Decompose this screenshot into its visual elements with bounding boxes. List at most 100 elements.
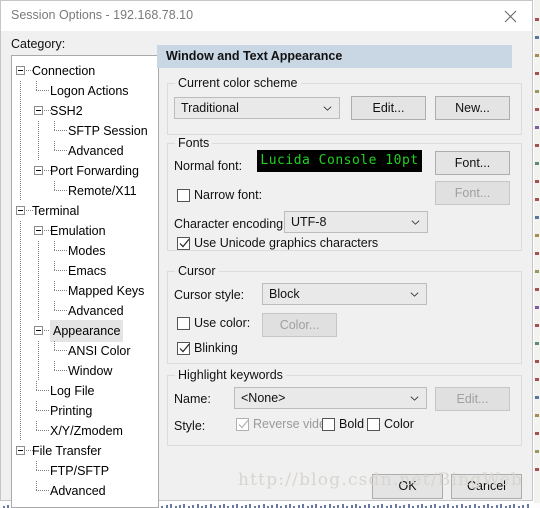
chevron-down-icon <box>323 106 332 111</box>
highlight-name-label: Name: <box>174 392 211 406</box>
checkmark-icon <box>179 238 190 248</box>
tree-item-ssh2[interactable]: SSH2 <box>12 101 158 121</box>
tree-connector-line <box>20 101 21 121</box>
background-pixel-fragment <box>535 432 539 435</box>
close-button[interactable] <box>488 1 532 31</box>
background-pixel-fragment <box>535 306 539 309</box>
color-scheme-edit-button[interactable]: Edit... <box>351 96 426 120</box>
ok-button[interactable]: OK <box>372 474 443 499</box>
tree-item-label: Window <box>68 364 113 378</box>
background-pixel-fragment <box>170 504 173 508</box>
background-pixel-fragment <box>289 504 291 508</box>
normal-font-button[interactable]: Font... <box>435 151 510 175</box>
color-checkbox[interactable] <box>367 418 380 431</box>
tree-item-sftp-session[interactable]: SFTP Session <box>12 121 158 141</box>
tree-expander-minus-icon[interactable] <box>34 166 43 175</box>
tree-item-file-transfer[interactable]: File Transfer <box>12 441 158 461</box>
tree-item-modes[interactable]: Modes <box>12 241 158 261</box>
tree-connector-line <box>20 381 21 401</box>
background-pixel-fragment <box>262 504 265 508</box>
tree-item-advanced[interactable]: Advanced <box>12 141 158 161</box>
highlight-name-combo[interactable]: <None> <box>234 387 427 409</box>
tree-item-label: Emacs <box>68 264 107 278</box>
background-pixel-fragment <box>535 144 539 147</box>
tree-expander-minus-icon[interactable] <box>16 206 25 215</box>
title-bar: Session Options - 192.168.78.10 <box>1 1 532 31</box>
tree-item-advanced[interactable]: Advanced <box>12 481 158 501</box>
background-pixel-fragment <box>460 504 463 508</box>
use-color-checkbox[interactable] <box>177 317 190 330</box>
tree-connector-line <box>20 241 21 261</box>
background-pixel-fragment <box>535 396 539 399</box>
tree-item-appearance[interactable]: Appearance <box>12 320 158 342</box>
tree-item-ansi-color[interactable]: ANSI Color <box>12 341 158 361</box>
character-encoding-combo[interactable]: UTF-8 <box>284 211 428 233</box>
tree-item-window[interactable]: Window <box>12 361 158 381</box>
window-title: Session Options - 192.168.78.10 <box>11 8 194 22</box>
tree-item-ftp-sftp[interactable]: FTP/SFTP <box>12 461 158 481</box>
background-pixel-fragment <box>535 342 539 345</box>
use-color-label: Use color: <box>194 316 251 330</box>
tree-item-label: SFTP Session <box>68 124 148 138</box>
tree-connector-line <box>20 81 21 101</box>
tree-item-label: Port Forwarding <box>50 164 139 178</box>
tree-item-emulation[interactable]: Emulation <box>12 221 158 241</box>
tree-item-label: Terminal <box>32 204 80 218</box>
panel-header-title: Window and Text Appearance <box>166 49 343 63</box>
tree-item-label: File Transfer <box>32 444 102 458</box>
tree-item-emacs[interactable]: Emacs <box>12 261 158 281</box>
tree-expander-minus-icon[interactable] <box>16 66 25 75</box>
tree-item-advanced[interactable]: Advanced <box>12 301 158 321</box>
cursor-style-value: Block <box>269 287 300 301</box>
tree-item-terminal[interactable]: Terminal <box>12 201 158 221</box>
tree-item-connection[interactable]: Connection <box>12 61 158 81</box>
tree-connector-line <box>38 361 39 381</box>
tree-item-printing[interactable]: Printing <box>12 401 158 421</box>
background-pixel-fragment <box>535 126 539 129</box>
blinking-checkbox[interactable] <box>177 342 190 355</box>
tree-expander-minus-icon[interactable] <box>34 226 43 235</box>
screenshot-root: Session Options - 192.168.78.10 Category… <box>0 0 540 508</box>
unicode-graphics-checkbox[interactable] <box>177 237 190 250</box>
tree-expander-minus-icon[interactable] <box>34 106 43 115</box>
tree-item-remote-x11[interactable]: Remote/X11 <box>12 181 158 201</box>
background-pixel-fragment <box>315 504 318 508</box>
cancel-button[interactable]: Cancel <box>451 474 522 499</box>
background-pixel-fragment <box>487 504 489 508</box>
background-pixel-fragment <box>535 234 539 237</box>
tree-item-label: Log File <box>50 384 95 398</box>
color-scheme-combo[interactable]: Traditional <box>174 97 340 119</box>
tree-item-label: SSH2 <box>50 104 83 118</box>
category-tree[interactable]: Connection Logon Actions SSH2 SFTP Session A… <box>11 55 159 508</box>
color-scheme-new-button[interactable]: New... <box>435 96 510 120</box>
background-pixel-fragment <box>535 72 539 75</box>
normal-font-preview: Lucida Console 10pt <box>257 150 422 172</box>
background-pixel-fragment <box>236 504 239 508</box>
tree-expander-minus-icon[interactable] <box>16 446 25 455</box>
tree-item-label: Printing <box>50 404 93 418</box>
tree-item-x-y-zmodem[interactable]: X/Y/Zmodem <box>12 421 158 441</box>
tree-item-log-file[interactable]: Log File <box>12 381 158 401</box>
close-icon <box>504 10 517 23</box>
background-pixel-fragment <box>535 36 539 39</box>
background-pixel-fragment <box>535 324 539 327</box>
tree-item-label: X/Y/Zmodem <box>50 424 123 438</box>
tree-item-port-forwarding[interactable]: Port Forwarding <box>12 161 158 181</box>
tree-item-label: Advanced <box>68 304 124 318</box>
background-pixel-fragment <box>368 504 371 508</box>
tree-expander-minus-icon[interactable] <box>34 326 43 335</box>
group-color-scheme-legend: Current color scheme <box>175 76 301 90</box>
bold-checkbox[interactable] <box>322 418 335 431</box>
session-options-dialog: Session Options - 192.168.78.10 Category… <box>0 0 533 508</box>
narrow-font-checkbox[interactable] <box>177 189 190 202</box>
cursor-style-combo[interactable]: Block <box>262 283 427 305</box>
background-pixel-fragment <box>535 468 539 471</box>
tree-connector-line <box>20 421 21 441</box>
category-label: Category: <box>11 37 66 51</box>
background-pixel-fragment <box>421 504 423 508</box>
background-pixel-fragment <box>526 504 529 508</box>
tree-item-mapped-keys[interactable]: Mapped Keys <box>12 281 158 301</box>
tree-item-logon-actions[interactable]: Logon Actions <box>12 81 158 101</box>
background-pixel-fragment <box>535 180 539 183</box>
chevron-down-icon <box>410 396 419 401</box>
